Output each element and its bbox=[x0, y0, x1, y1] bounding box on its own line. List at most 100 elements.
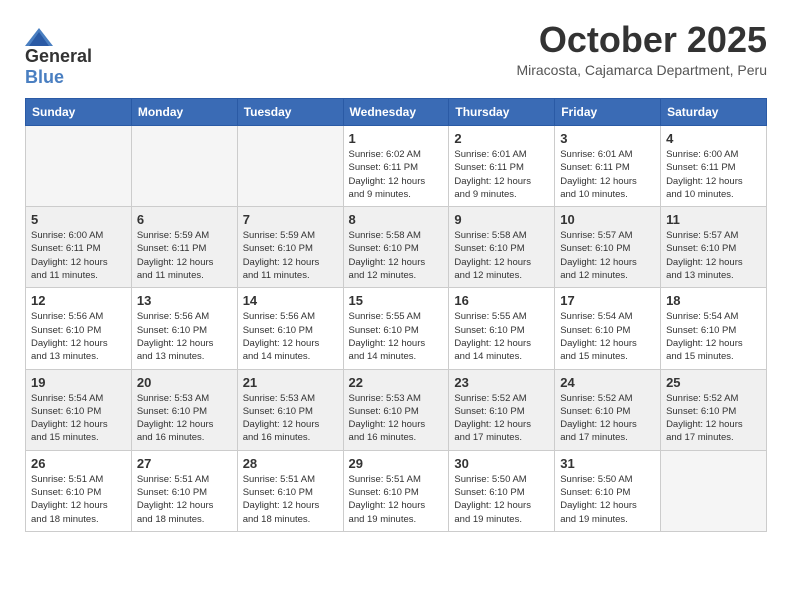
calendar-cell: 28 Sunrise: 5:51 AMSunset: 6:10 PMDayligh… bbox=[237, 450, 343, 531]
calendar-header-row: SundayMondayTuesdayWednesdayThursdayFrid… bbox=[26, 99, 767, 126]
calendar-cell: 23Sunrise: 5:52 AMSunset: 6:10 PMDayligh… bbox=[449, 369, 555, 450]
calendar-cell bbox=[26, 126, 132, 207]
day-info: Sunrise: 5:53 AMSunset: 6:10 PMDaylight:… bbox=[137, 392, 232, 445]
day-number: 29 bbox=[349, 456, 444, 471]
day-number: 21 bbox=[243, 375, 338, 390]
subtitle: Miracosta, Cajamarca Department, Peru bbox=[516, 62, 767, 78]
day-info: Sunrise: 5:50 AMSunset: 6:10 PMDaylight:… bbox=[560, 473, 655, 526]
day-info: Sunrise: 5:51 AMSunset: 6:10 PMDaylight:… bbox=[349, 473, 444, 526]
day-number: 9 bbox=[454, 212, 549, 227]
header-friday: Friday bbox=[555, 99, 661, 126]
calendar-cell: 14 Sunrise: 5:56 AMSunset: 6:10 PMDayligh… bbox=[237, 288, 343, 369]
calendar-cell: 2 Sunrise: 6:01 AMSunset: 6:11 PMDaylight… bbox=[449, 126, 555, 207]
day-info: Sunrise: 5:56 AMSunset: 6:10 PMDaylight:… bbox=[31, 310, 126, 363]
calendar-cell: 21 Sunrise: 5:53 AMSunset: 6:10 PMDayligh… bbox=[237, 369, 343, 450]
day-number: 4 bbox=[666, 131, 761, 146]
day-info: Sunrise: 5:52 AMSunset: 6:10 PMDaylight:… bbox=[560, 392, 655, 445]
calendar-row-2: 5Sunrise: 6:00 AMSunset: 6:11 PMDaylight… bbox=[26, 207, 767, 288]
logo-icon bbox=[25, 28, 53, 46]
day-number: 2 bbox=[454, 131, 549, 146]
calendar-cell: 19 Sunrise: 5:54 AMSunset: 6:10 PMDayligh… bbox=[26, 369, 132, 450]
calendar-cell: 31 Sunrise: 5:50 AMSunset: 6:10 PMDayligh… bbox=[555, 450, 661, 531]
day-number: 28 bbox=[243, 456, 338, 471]
day-number: 14 bbox=[243, 293, 338, 308]
calendar-cell: 9 Sunrise: 5:58 AMSunset: 6:10 PMDaylight… bbox=[449, 207, 555, 288]
calendar-cell: 16Sunrise: 5:55 AMSunset: 6:10 PMDayligh… bbox=[449, 288, 555, 369]
day-number: 16 bbox=[454, 293, 549, 308]
day-number: 25 bbox=[666, 375, 761, 390]
calendar-cell: 27 Sunrise: 5:51 AMSunset: 6:10 PMDayligh… bbox=[131, 450, 237, 531]
calendar-cell: 12 Sunrise: 5:56 AMSunset: 6:10 PMDayligh… bbox=[26, 288, 132, 369]
day-info: Sunrise: 6:02 AMSunset: 6:11 PMDaylight:… bbox=[349, 148, 444, 201]
header: General Blue October 2025 Miracosta, Caj… bbox=[25, 20, 767, 88]
calendar-cell bbox=[131, 126, 237, 207]
day-info: Sunrise: 5:54 AMSunset: 6:10 PMDaylight:… bbox=[31, 392, 126, 445]
day-number: 3 bbox=[560, 131, 655, 146]
day-number: 27 bbox=[137, 456, 232, 471]
header-sunday: Sunday bbox=[26, 99, 132, 126]
calendar-cell: 10Sunrise: 5:57 AMSunset: 6:10 PMDayligh… bbox=[555, 207, 661, 288]
calendar-cell: 20 Sunrise: 5:53 AMSunset: 6:10 PMDayligh… bbox=[131, 369, 237, 450]
day-number: 31 bbox=[560, 456, 655, 471]
calendar-cell: 29 Sunrise: 5:51 AMSunset: 6:10 PMDayligh… bbox=[343, 450, 449, 531]
logo-blue: Blue bbox=[25, 67, 64, 87]
calendar-cell: 5Sunrise: 6:00 AMSunset: 6:11 PMDaylight… bbox=[26, 207, 132, 288]
day-number: 19 bbox=[31, 375, 126, 390]
title-area: October 2025 Miracosta, Cajamarca Depart… bbox=[516, 20, 767, 78]
day-number: 8 bbox=[349, 212, 444, 227]
calendar-cell: 17Sunrise: 5:54 AMSunset: 6:10 PMDayligh… bbox=[555, 288, 661, 369]
day-number: 22 bbox=[349, 375, 444, 390]
day-number: 15 bbox=[349, 293, 444, 308]
day-info: Sunrise: 5:51 AMSunset: 6:10 PMDaylight:… bbox=[31, 473, 126, 526]
header-saturday: Saturday bbox=[661, 99, 767, 126]
day-info: Sunrise: 5:57 AMSunset: 6:10 PMDaylight:… bbox=[666, 229, 761, 282]
day-info: Sunrise: 5:56 AMSunset: 6:10 PMDaylight:… bbox=[243, 310, 338, 363]
day-number: 23 bbox=[454, 375, 549, 390]
day-info: Sunrise: 6:01 AMSunset: 6:11 PMDaylight:… bbox=[454, 148, 549, 201]
calendar-cell: 24 Sunrise: 5:52 AMSunset: 6:10 PMDayligh… bbox=[555, 369, 661, 450]
calendar-cell: 4 Sunrise: 6:00 AMSunset: 6:11 PMDaylight… bbox=[661, 126, 767, 207]
calendar-cell: 6Sunrise: 5:59 AMSunset: 6:11 PMDaylight… bbox=[131, 207, 237, 288]
day-info: Sunrise: 5:56 AMSunset: 6:10 PMDaylight:… bbox=[137, 310, 232, 363]
calendar-cell: 22Sunrise: 5:53 AMSunset: 6:10 PMDayligh… bbox=[343, 369, 449, 450]
day-info: Sunrise: 5:55 AMSunset: 6:10 PMDaylight:… bbox=[349, 310, 444, 363]
day-number: 24 bbox=[560, 375, 655, 390]
header-wednesday: Wednesday bbox=[343, 99, 449, 126]
day-info: Sunrise: 6:00 AMSunset: 6:11 PMDaylight:… bbox=[31, 229, 126, 282]
day-number: 20 bbox=[137, 375, 232, 390]
calendar-cell bbox=[237, 126, 343, 207]
day-number: 6 bbox=[137, 212, 232, 227]
calendar-cell: 25 Sunrise: 5:52 AMSunset: 6:10 PMDayligh… bbox=[661, 369, 767, 450]
calendar: SundayMondayTuesdayWednesdayThursdayFrid… bbox=[25, 98, 767, 532]
day-number: 26 bbox=[31, 456, 126, 471]
calendar-cell: 13Sunrise: 5:56 AMSunset: 6:10 PMDayligh… bbox=[131, 288, 237, 369]
calendar-cell: 18 Sunrise: 5:54 AMSunset: 6:10 PMDayligh… bbox=[661, 288, 767, 369]
day-info: Sunrise: 5:57 AMSunset: 6:10 PMDaylight:… bbox=[560, 229, 655, 282]
header-monday: Monday bbox=[131, 99, 237, 126]
calendar-row-1: 1Sunrise: 6:02 AMSunset: 6:11 PMDaylight… bbox=[26, 126, 767, 207]
calendar-cell: 11Sunrise: 5:57 AMSunset: 6:10 PMDayligh… bbox=[661, 207, 767, 288]
header-tuesday: Tuesday bbox=[237, 99, 343, 126]
header-thursday: Thursday bbox=[449, 99, 555, 126]
calendar-cell: 1Sunrise: 6:02 AMSunset: 6:11 PMDaylight… bbox=[343, 126, 449, 207]
day-info: Sunrise: 5:53 AMSunset: 6:10 PMDaylight:… bbox=[243, 392, 338, 445]
day-number: 30 bbox=[454, 456, 549, 471]
day-info: Sunrise: 5:58 AMSunset: 6:10 PMDaylight:… bbox=[454, 229, 549, 282]
calendar-cell: 26 Sunrise: 5:51 AMSunset: 6:10 PMDayligh… bbox=[26, 450, 132, 531]
calendar-cell: 7Sunrise: 5:59 AMSunset: 6:10 PMDaylight… bbox=[237, 207, 343, 288]
day-info: Sunrise: 6:00 AMSunset: 6:11 PMDaylight:… bbox=[666, 148, 761, 201]
calendar-cell bbox=[661, 450, 767, 531]
day-info: Sunrise: 5:50 AMSunset: 6:10 PMDaylight:… bbox=[454, 473, 549, 526]
day-info: Sunrise: 5:54 AMSunset: 6:10 PMDaylight:… bbox=[560, 310, 655, 363]
day-info: Sunrise: 5:51 AMSunset: 6:10 PMDaylight:… bbox=[137, 473, 232, 526]
day-info: Sunrise: 5:54 AMSunset: 6:10 PMDaylight:… bbox=[666, 310, 761, 363]
day-number: 12 bbox=[31, 293, 126, 308]
calendar-cell: 8Sunrise: 5:58 AMSunset: 6:10 PMDaylight… bbox=[343, 207, 449, 288]
day-info: Sunrise: 6:01 AMSunset: 6:11 PMDaylight:… bbox=[560, 148, 655, 201]
day-number: 7 bbox=[243, 212, 338, 227]
calendar-row-4: 19 Sunrise: 5:54 AMSunset: 6:10 PMDayligh… bbox=[26, 369, 767, 450]
day-info: Sunrise: 5:52 AMSunset: 6:10 PMDaylight:… bbox=[666, 392, 761, 445]
day-number: 18 bbox=[666, 293, 761, 308]
day-info: Sunrise: 5:51 AMSunset: 6:10 PMDaylight:… bbox=[243, 473, 338, 526]
logo-general: General bbox=[25, 46, 92, 66]
